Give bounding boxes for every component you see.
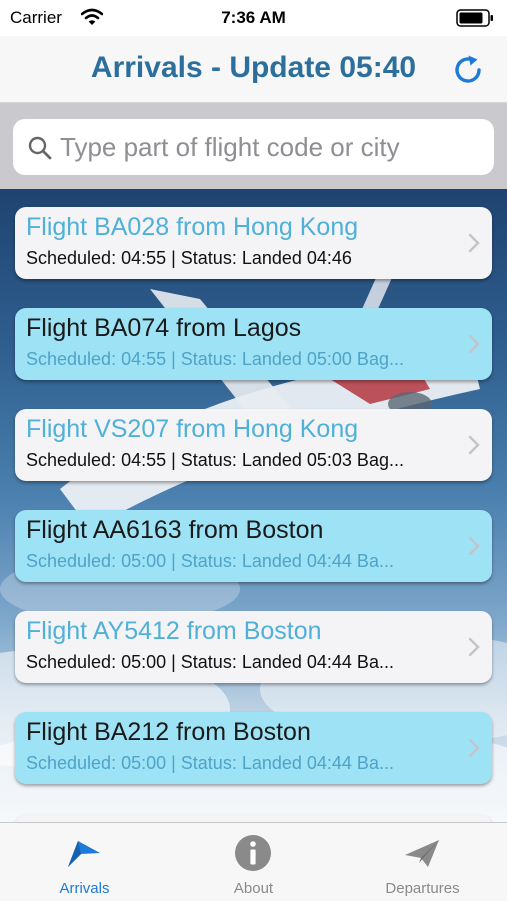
refresh-icon[interactable] <box>449 51 487 89</box>
flight-row[interactable]: Flight BA212 from Boston Scheduled: 05:0… <box>15 712 492 784</box>
search-box[interactable] <box>13 119 494 175</box>
chevron-right-icon <box>468 233 480 253</box>
flight-title: Flight BA074 from Lagos <box>26 314 302 342</box>
flight-title: Flight AY5412 from Boston <box>26 617 322 645</box>
search-input[interactable] <box>60 127 480 167</box>
chevron-right-icon <box>468 536 480 556</box>
chevron-right-icon <box>468 738 480 758</box>
flight-status: Scheduled: 05:00 | Status: Landed 04:44 … <box>26 551 394 571</box>
flight-row[interactable]: Flight BA028 from Hong Kong Scheduled: 0… <box>15 207 492 279</box>
flight-status: Scheduled: 05:00 | Status: Landed 04:44 … <box>26 652 394 672</box>
tab-arrivals[interactable]: Arrivals <box>0 823 169 901</box>
tab-label: About <box>233 880 274 897</box>
tab-bar: Arrivals About Departures <box>0 822 507 901</box>
departures-plane-icon <box>405 840 439 867</box>
flight-status: Scheduled: 05:00 | Status: Landed 04:44 … <box>26 753 394 773</box>
flight-title: Flight BA028 from Hong Kong <box>26 213 359 241</box>
search-icon <box>28 136 52 160</box>
flight-title: Flight VS207 from Hong Kong <box>26 415 359 443</box>
page-title: Arrivals - Update 05:40 <box>90 51 417 84</box>
info-icon <box>235 835 271 871</box>
tab-label: Departures <box>385 880 460 897</box>
navigation-bar: Arrivals - Update 05:40 <box>0 36 507 103</box>
chevron-right-icon <box>468 637 480 657</box>
flight-status: Scheduled: 04:55 | Status: Landed 05:00 … <box>26 349 404 369</box>
flight-title: Flight BA212 from Boston <box>26 718 311 746</box>
tab-label: Arrivals <box>59 880 110 897</box>
flight-list[interactable]: Flight BA028 from Hong Kong Scheduled: 0… <box>0 189 507 823</box>
flight-title: Flight AA6163 from Boston <box>26 516 324 544</box>
arrivals-plane-icon <box>68 841 100 867</box>
tab-about[interactable]: About <box>169 823 338 901</box>
flight-status: Scheduled: 04:55 | Status: Landed 05:03 … <box>26 450 404 470</box>
status-bar: Carrier 7:36 AM <box>0 0 507 36</box>
flight-row[interactable]: Flight BA074 from Lagos Scheduled: 04:55… <box>15 308 492 380</box>
flight-row[interactable]: Flight AA6163 from Boston Scheduled: 05:… <box>15 510 492 582</box>
status-time: 7:36 AM <box>221 8 286 27</box>
chevron-right-icon <box>468 334 480 354</box>
search-bar <box>0 103 507 189</box>
tab-departures[interactable]: Departures <box>338 823 507 901</box>
flight-status: Scheduled: 04:55 | Status: Landed 04:46 <box>26 248 352 268</box>
flight-row[interactable]: Flight AY5412 from Boston Scheduled: 05:… <box>15 611 492 683</box>
battery-icon <box>456 9 493 27</box>
flight-row[interactable]: Flight VS207 from Hong Kong Scheduled: 0… <box>15 409 492 481</box>
chevron-right-icon <box>468 435 480 455</box>
